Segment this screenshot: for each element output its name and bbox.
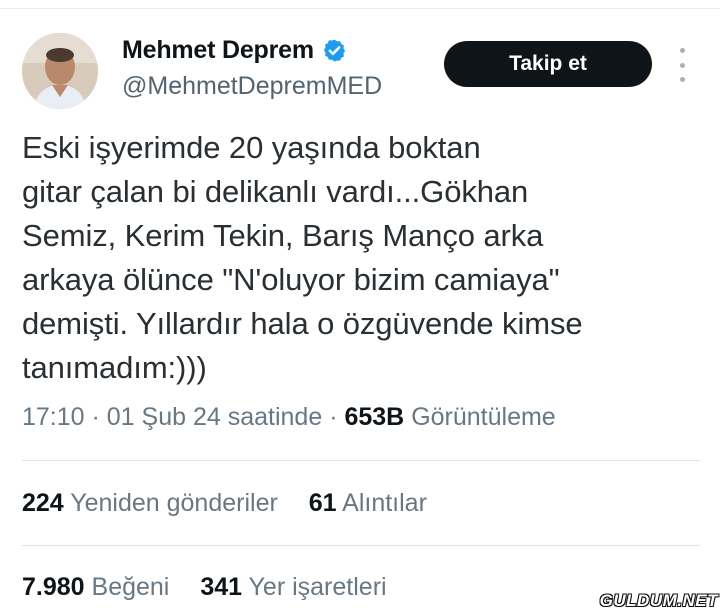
more-dot xyxy=(679,48,685,53)
bookmarks-count: 341 xyxy=(200,573,243,601)
author-handle[interactable]: @MehmetDepremMED xyxy=(122,72,382,101)
top-divider xyxy=(0,8,720,9)
meta-separator: · xyxy=(322,403,345,431)
likes-label: Beğeni xyxy=(91,573,170,601)
stats-row-2: 7.980 Beğeni 341 Yer işaretleri xyxy=(22,573,411,602)
tweet-line: demişti. Yıllardır hala o özgüvende kims… xyxy=(22,306,583,341)
avatar[interactable] xyxy=(22,33,98,109)
stats-row-1: 224 Yeniden gönderiler 61 Alıntılar xyxy=(22,489,451,518)
reposts-stat[interactable]: 224 Yeniden gönderiler xyxy=(22,489,278,517)
more-dot xyxy=(679,77,685,82)
reposts-count: 224 xyxy=(22,489,64,517)
tweet-line: tanımadım:))) xyxy=(22,350,207,385)
divider xyxy=(22,460,700,461)
watermark: GULDUM.NET xyxy=(599,591,718,610)
author-name[interactable]: Mehmet Deprem xyxy=(122,36,314,65)
verified-badge-icon xyxy=(323,39,346,62)
quotes-label: Alıntılar xyxy=(342,489,427,517)
reposts-label: Yeniden gönderiler xyxy=(70,489,278,517)
tweet-time[interactable]: 17:10 xyxy=(22,403,85,431)
follow-button[interactable]: Takip et xyxy=(444,41,652,87)
views-label: Görüntüleme xyxy=(411,403,556,431)
quotes-count: 61 xyxy=(308,489,337,517)
tweet-text: Eski işyerimde 20 yaşında boktan gitar ç… xyxy=(22,126,702,390)
tweet-line: Eski işyerimde 20 yaşında boktan xyxy=(22,130,481,165)
quotes-stat[interactable]: 61 Alıntılar xyxy=(309,489,427,517)
tweet-meta: 17:10 · 01 Şub 24 saatinde · 653B Görünt… xyxy=(22,403,556,432)
tweet-line: arkaya ölünce "N'oluyor bizim camiaya" xyxy=(22,262,560,297)
tweet-line: Semiz, Kerim Tekin, Barış Manço arka xyxy=(22,218,544,253)
avatar-photo xyxy=(22,33,98,109)
tweet-line: gitar çalan bi delikanlı vardı...Gökhan xyxy=(22,174,529,209)
author-name-row: Mehmet Deprem xyxy=(122,36,347,65)
tweet-date[interactable]: 01 Şub 24 saatinde xyxy=(107,403,322,431)
more-options-icon[interactable] xyxy=(670,48,694,82)
views-count: 653B xyxy=(344,403,405,431)
likes-count: 7.980 xyxy=(22,573,85,601)
bookmarks-stat[interactable]: 341 Yer işaretleri xyxy=(200,573,386,601)
divider xyxy=(22,545,700,546)
meta-separator: · xyxy=(84,403,107,431)
likes-stat[interactable]: 7.980 Beğeni xyxy=(22,573,169,601)
bookmarks-label: Yer işaretleri xyxy=(248,573,387,601)
more-dot xyxy=(679,62,685,68)
